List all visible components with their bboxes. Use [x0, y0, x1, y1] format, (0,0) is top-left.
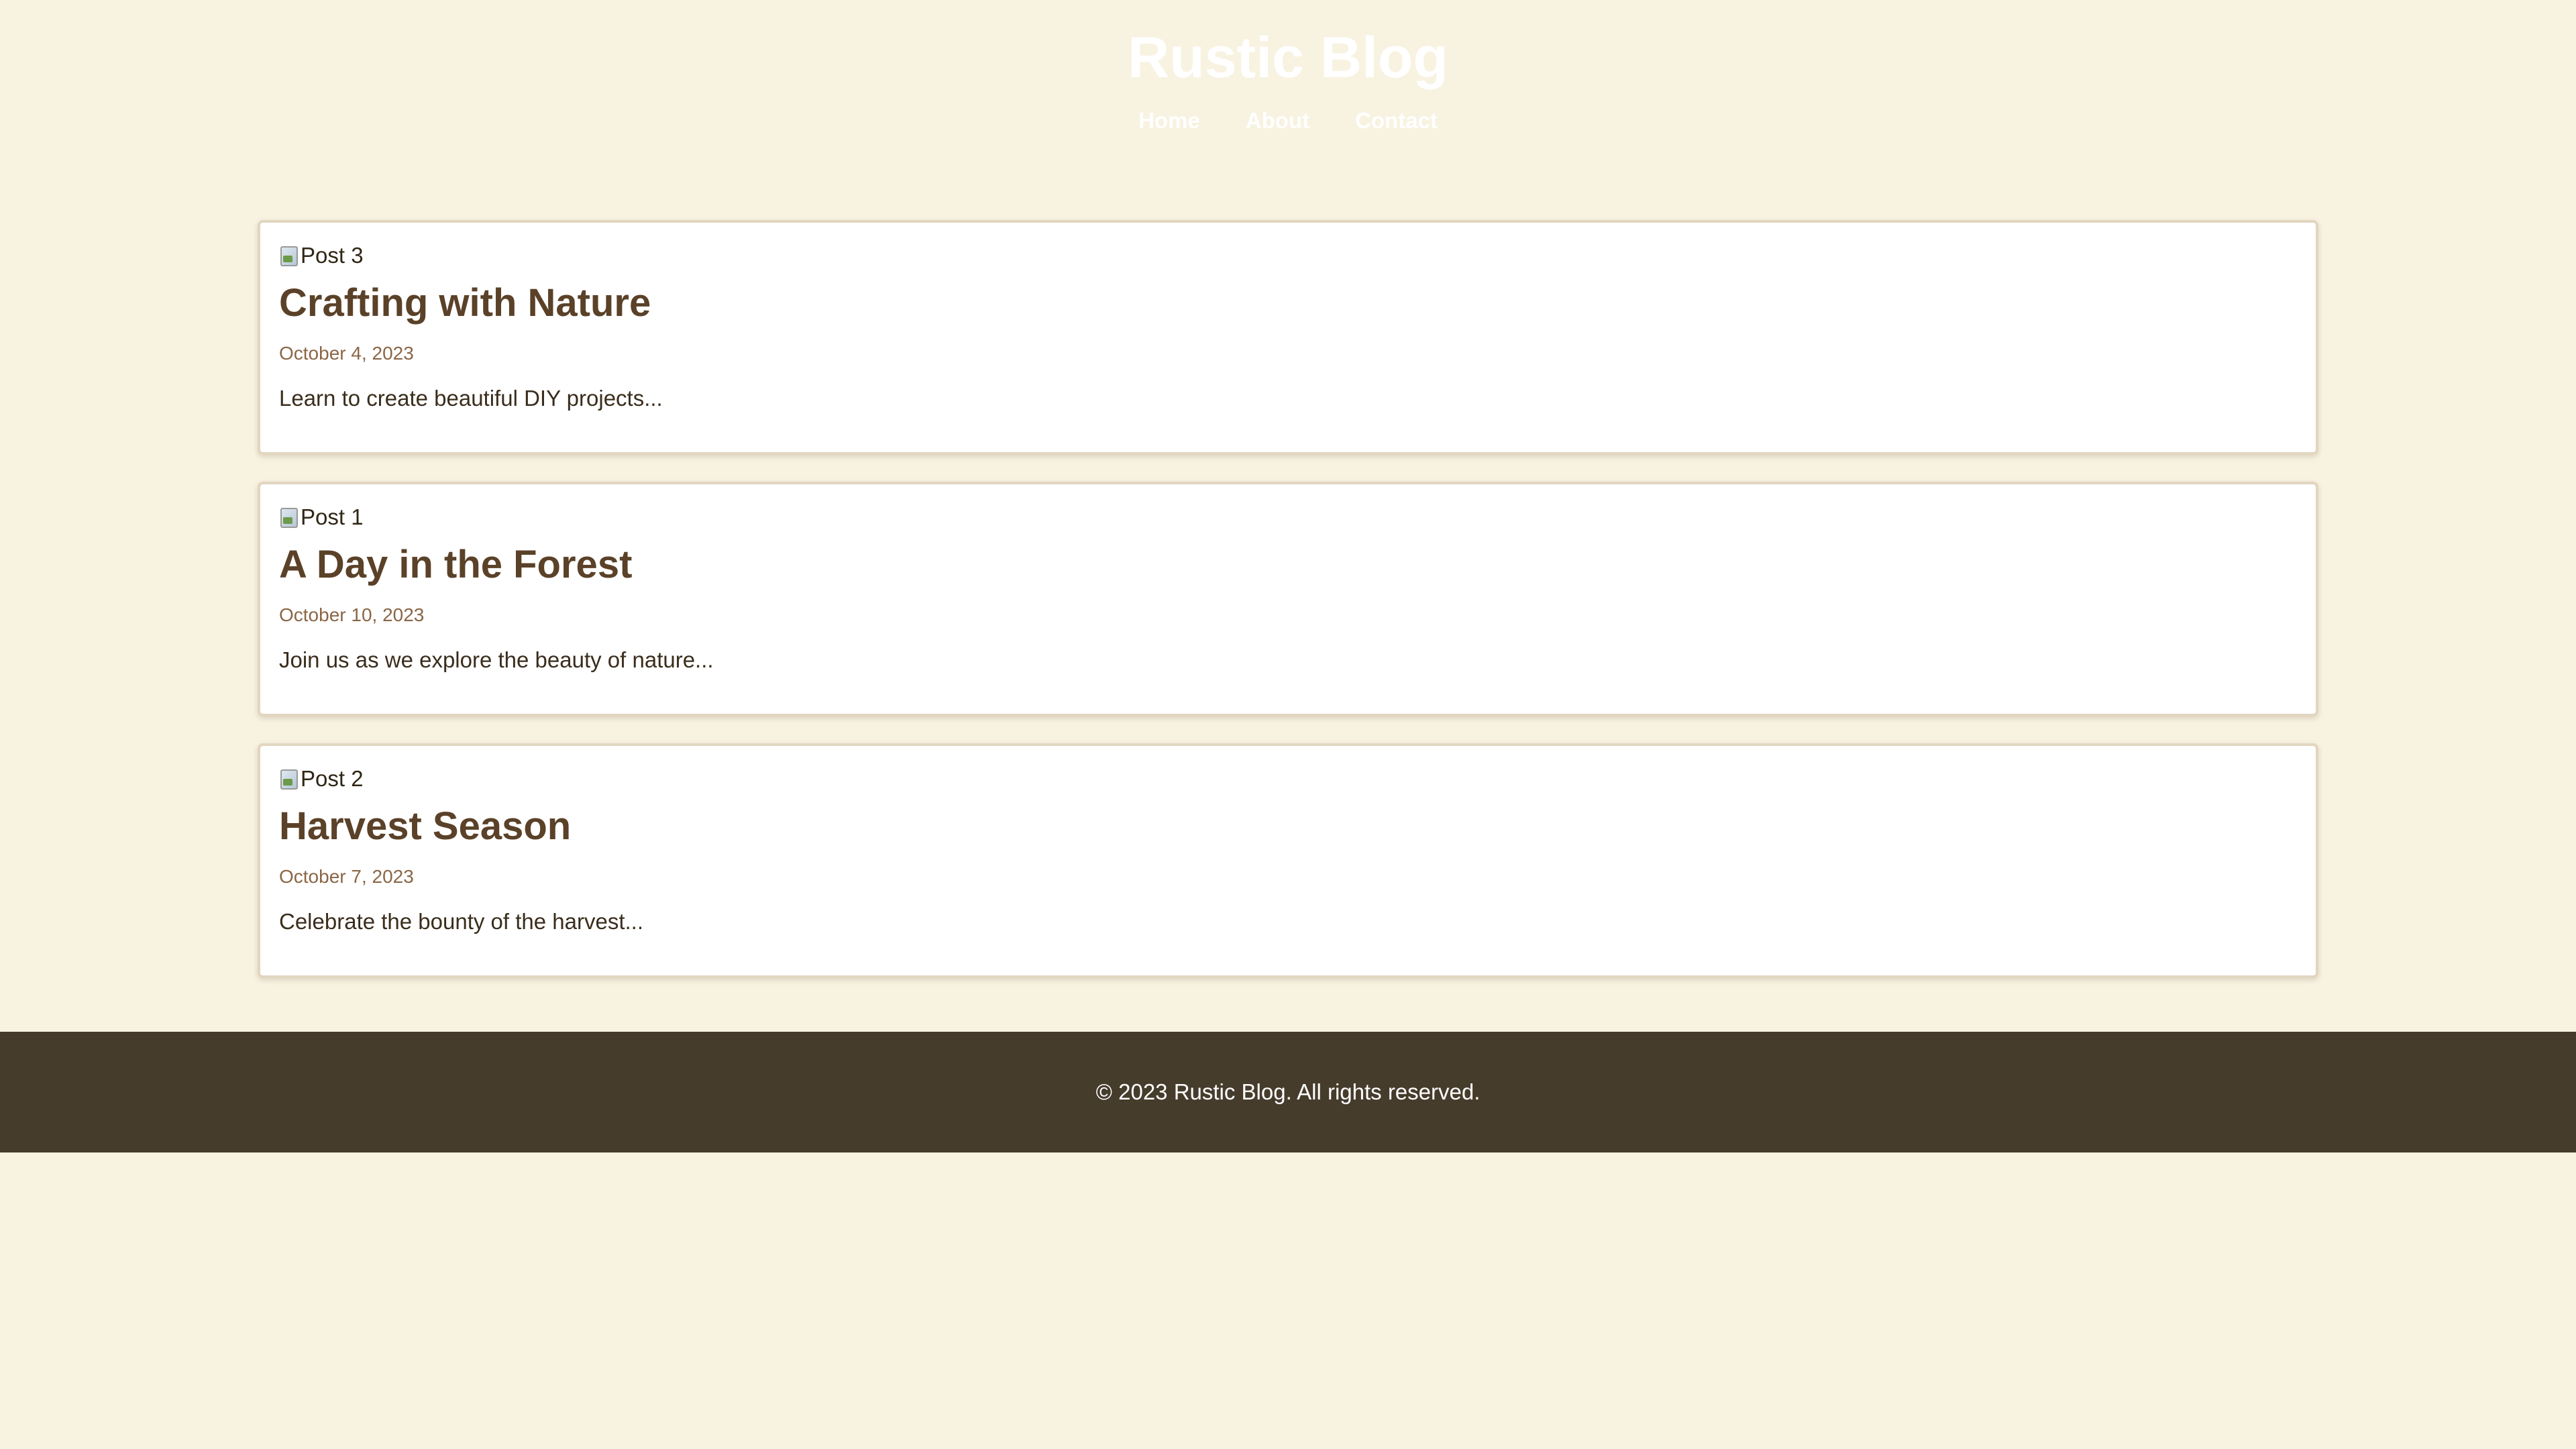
- post-card[interactable]: Post 2 Harvest Season October 7, 2023 Ce…: [258, 743, 2318, 978]
- post-list: Post 3 Crafting with Nature October 4, 2…: [258, 220, 2318, 1005]
- broken-image-icon: [279, 506, 298, 528]
- broken-image-icon: [279, 245, 298, 266]
- post-title[interactable]: Harvest Season: [279, 805, 2297, 848]
- post-image[interactable]: Post 2: [279, 765, 2297, 793]
- post-image[interactable]: Post 1: [279, 503, 2297, 531]
- post-excerpt: Learn to create beautiful DIY projects..…: [279, 386, 663, 411]
- broken-image-icon: [279, 768, 298, 790]
- post-image-alt: Post 1: [301, 504, 364, 529]
- post-card[interactable]: Post 3 Crafting with Nature October 4, 2…: [258, 220, 2318, 455]
- main-nav: Home About Contact: [0, 107, 2576, 134]
- post-excerpt: Celebrate the bounty of the harvest...: [279, 909, 644, 934]
- post-card[interactable]: Post 1 A Day in the Forest October 10, 2…: [258, 482, 2318, 716]
- post-title[interactable]: Crafting with Nature: [279, 282, 2297, 325]
- post-date: October 4, 2023: [279, 343, 414, 364]
- site-footer: © 2023 Rustic Blog. All rights reserved.: [0, 1032, 2576, 1152]
- site-header: Rustic Blog Home About Contact: [0, 0, 2576, 134]
- nav-contact-link[interactable]: Contact: [1355, 107, 1438, 134]
- copyright-text: © 2023 Rustic Blog. All rights reserved.: [1095, 1079, 1481, 1104]
- post-date: October 10, 2023: [279, 604, 425, 625]
- site-title: Rustic Blog: [1128, 25, 1448, 90]
- post-image-alt: Post 2: [301, 766, 364, 791]
- post-image[interactable]: Post 3: [279, 241, 2297, 270]
- nav-about-link[interactable]: About: [1246, 107, 1309, 134]
- post-excerpt: Join us as we explore the beauty of natu…: [279, 647, 714, 672]
- post-date: October 7, 2023: [279, 866, 414, 887]
- nav-home-link[interactable]: Home: [1138, 107, 1200, 134]
- post-title[interactable]: A Day in the Forest: [279, 543, 2297, 586]
- post-image-alt: Post 3: [301, 243, 364, 268]
